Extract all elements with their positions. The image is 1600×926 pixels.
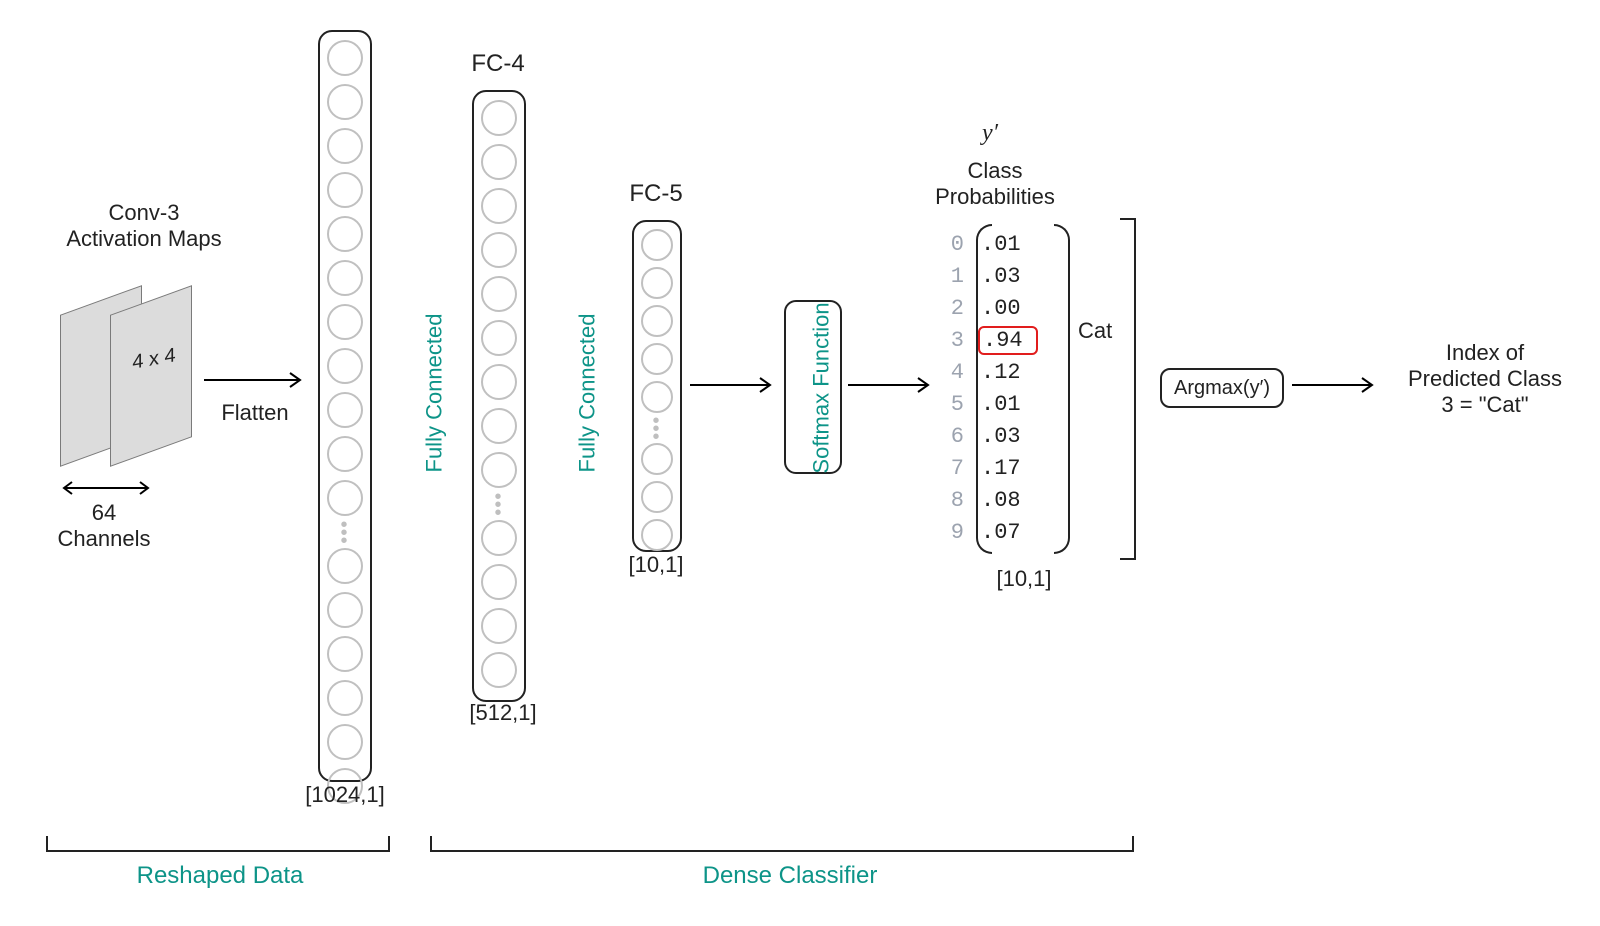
channels-label: 64 Channels	[44, 500, 164, 552]
fc5-title: FC-5	[616, 180, 696, 208]
probs-highlight-label: Cat	[1078, 318, 1112, 344]
softmax-label: Softmax Function	[809, 302, 835, 473]
arrow-to-output	[1290, 375, 1380, 395]
arrow-flatten	[200, 370, 310, 390]
region-bracket-left	[46, 836, 390, 852]
fc-label-2: Fully Connected	[574, 314, 600, 473]
probs-shape: [10,1]	[984, 566, 1064, 592]
probs-title: Class Probabilities	[920, 158, 1070, 210]
vec-512: •••	[472, 90, 526, 702]
fc-label-1: Fully Connected	[421, 314, 447, 473]
vec-512-shape: [512,1]	[458, 700, 548, 726]
region-right-label: Dense Classifier	[680, 862, 900, 890]
vec-1024-shape: [1024,1]	[300, 782, 390, 808]
vec-10-shape: [10,1]	[616, 552, 696, 578]
probs-column: 0.01 1.03 2.00 3.94 4.12 5.01 6.03 7.17 …	[938, 228, 1038, 548]
argmax-label: Argmax(y′)	[1174, 377, 1270, 400]
region-left-label: Reshaped Data	[110, 862, 330, 890]
vec-10: •••	[632, 220, 682, 552]
yprime-label: y′	[960, 120, 1020, 147]
region-bracket-right	[430, 836, 1134, 852]
vec-1024: •••	[318, 30, 372, 782]
flatten-label: Flatten	[210, 400, 300, 426]
arrow-to-softmax	[688, 375, 778, 395]
channels-arrow	[56, 478, 156, 498]
fc4-title: FC-4	[458, 50, 538, 78]
probs-paren-right	[1054, 224, 1070, 554]
argmax-box: Argmax(y′)	[1160, 368, 1284, 408]
conv3-title: Conv-3 Activation Maps	[44, 200, 244, 252]
output-label: Index of Predicted Class 3 = "Cat"	[1390, 340, 1580, 418]
arrow-to-probs	[846, 375, 936, 395]
diagram-root: { "conv": { "title": "Conv-3\nActivation…	[0, 0, 1600, 926]
probs-bracket-right	[1120, 218, 1136, 560]
